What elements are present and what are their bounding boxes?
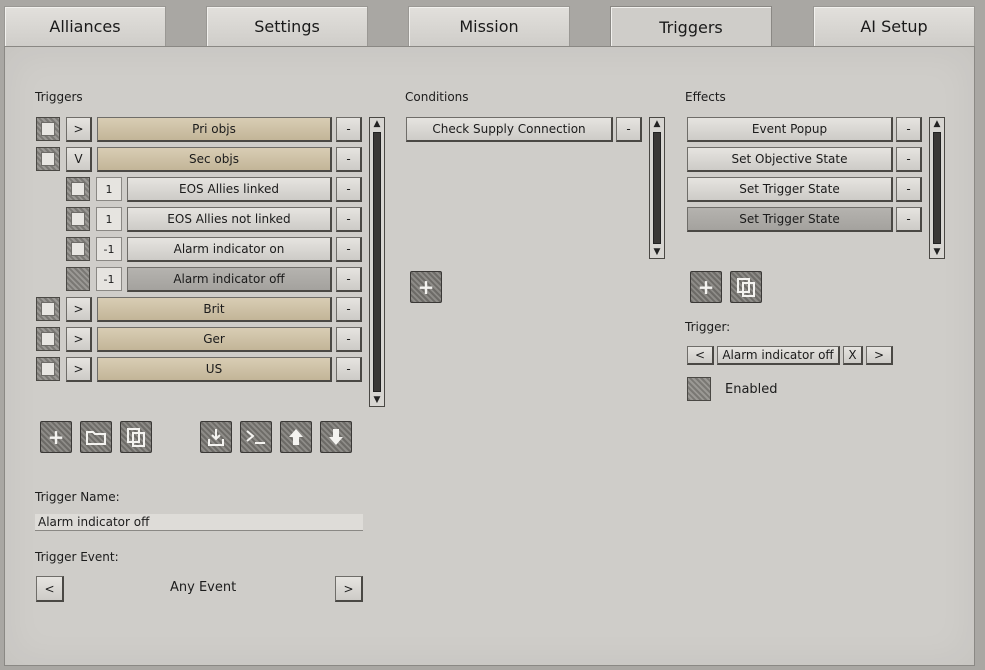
trigger-enabled-checkbox[interactable]: [36, 357, 60, 381]
copy-trigger-button[interactable]: [120, 421, 152, 453]
effect-trigger-label: Trigger:: [685, 320, 731, 334]
scroll-down-icon[interactable]: ▼: [370, 394, 384, 406]
trigger-enabled-checkbox[interactable]: [36, 327, 60, 351]
enabled-label: Enabled: [725, 382, 778, 397]
effect-trigger-clear-button[interactable]: X: [843, 346, 863, 365]
move-down-button[interactable]: [320, 421, 352, 453]
scroll-up-icon[interactable]: ▲: [370, 118, 384, 130]
remove-effect-button[interactable]: -: [896, 147, 922, 172]
copy-icon: [737, 278, 755, 297]
plus-icon: +: [47, 425, 65, 449]
scroll-up-icon[interactable]: ▲: [930, 118, 944, 130]
trigger-folder[interactable]: Pri objs: [97, 117, 332, 142]
arrow-down-icon: [329, 429, 343, 445]
trigger-expand-toggle[interactable]: >: [66, 117, 92, 142]
trigger-expand-toggle[interactable]: >: [66, 297, 92, 322]
remove-trigger-button[interactable]: -: [336, 177, 362, 202]
trigger-priority-value[interactable]: -1: [96, 237, 122, 261]
trigger-enabled-checkbox[interactable]: [36, 117, 60, 141]
import-button[interactable]: [200, 421, 232, 453]
effect-item[interactable]: Event Popup: [687, 117, 893, 142]
trigger-expand-toggle[interactable]: >: [66, 357, 92, 382]
trigger-item[interactable]: Alarm indicator off: [127, 267, 332, 292]
trigger-enabled-checkbox[interactable]: [36, 297, 60, 321]
effect-item[interactable]: Set Objective State: [687, 147, 893, 172]
add-effect-button[interactable]: +: [690, 271, 722, 303]
trigger-enabled-checkbox[interactable]: [66, 267, 90, 291]
trigger-name-label: Trigger Name:: [35, 490, 120, 504]
trigger-list-scrollbar[interactable]: ▲ ▼: [369, 117, 385, 407]
tab-alliances[interactable]: Alliances: [4, 6, 166, 46]
tab-mission[interactable]: Mission: [408, 6, 570, 46]
condition-item[interactable]: Check Supply Connection: [406, 117, 613, 142]
add-trigger-button[interactable]: +: [40, 421, 72, 453]
scroll-track[interactable]: [933, 132, 941, 244]
tab-ai-setup[interactable]: AI Setup: [813, 6, 975, 46]
trigger-event-prev-button[interactable]: <: [36, 576, 64, 602]
import-icon: [208, 429, 224, 446]
trigger-folder[interactable]: Sec objs: [97, 147, 332, 172]
effect-trigger-next-button[interactable]: >: [866, 346, 893, 365]
copy-icon: [127, 428, 145, 447]
remove-trigger-button[interactable]: -: [336, 327, 362, 352]
effects-header: Effects: [685, 90, 726, 104]
effect-item[interactable]: Set Trigger State: [687, 177, 893, 202]
add-condition-button[interactable]: +: [410, 271, 442, 303]
remove-effect-button[interactable]: -: [896, 207, 922, 232]
console-button[interactable]: [240, 421, 272, 453]
trigger-priority-value[interactable]: 1: [96, 207, 122, 231]
trigger-enabled-checkbox[interactable]: [36, 147, 60, 171]
remove-condition-button[interactable]: -: [616, 117, 642, 142]
console-icon: [246, 430, 265, 444]
trigger-event-label: Trigger Event:: [35, 550, 119, 564]
trigger-priority-value[interactable]: -1: [96, 267, 122, 291]
trigger-priority-value[interactable]: 1: [96, 177, 122, 201]
trigger-folder[interactable]: US: [97, 357, 332, 382]
triggers-header: Triggers: [35, 90, 83, 104]
remove-effect-button[interactable]: -: [896, 117, 922, 142]
copy-effect-button[interactable]: [730, 271, 762, 303]
trigger-expand-toggle[interactable]: >: [66, 327, 92, 352]
enabled-checkbox[interactable]: [687, 377, 711, 401]
trigger-item[interactable]: Alarm indicator on: [127, 237, 332, 262]
remove-effect-button[interactable]: -: [896, 177, 922, 202]
trigger-folder[interactable]: Brit: [97, 297, 332, 322]
effect-item[interactable]: Set Trigger State: [687, 207, 893, 232]
tab-triggers[interactable]: Triggers: [610, 6, 772, 48]
scroll-track[interactable]: [653, 132, 661, 244]
scroll-track[interactable]: [373, 132, 381, 392]
trigger-event-next-button[interactable]: >: [335, 576, 363, 602]
plus-icon: +: [697, 275, 715, 299]
effect-trigger-value[interactable]: Alarm indicator off: [717, 346, 840, 365]
plus-icon: +: [417, 275, 435, 299]
remove-trigger-button[interactable]: -: [336, 117, 362, 142]
add-folder-button[interactable]: [80, 421, 112, 453]
trigger-enabled-checkbox[interactable]: [66, 237, 90, 261]
trigger-name-input[interactable]: Alarm indicator off: [35, 514, 363, 531]
arrow-up-icon: [289, 429, 303, 445]
remove-trigger-button[interactable]: -: [336, 297, 362, 322]
effects-scrollbar[interactable]: ▲ ▼: [929, 117, 945, 259]
trigger-expand-toggle[interactable]: V: [66, 147, 92, 172]
trigger-item[interactable]: EOS Allies not linked: [127, 207, 332, 232]
scroll-down-icon[interactable]: ▼: [650, 246, 664, 258]
scroll-up-icon[interactable]: ▲: [650, 118, 664, 130]
scroll-down-icon[interactable]: ▼: [930, 246, 944, 258]
remove-trigger-button[interactable]: -: [336, 207, 362, 232]
remove-trigger-button[interactable]: -: [336, 237, 362, 262]
folder-icon: [86, 431, 106, 445]
trigger-folder[interactable]: Ger: [97, 327, 332, 352]
remove-trigger-button[interactable]: -: [336, 357, 362, 382]
remove-trigger-button[interactable]: -: [336, 147, 362, 172]
trigger-enabled-checkbox[interactable]: [66, 177, 90, 201]
trigger-enabled-checkbox[interactable]: [66, 207, 90, 231]
conditions-scrollbar[interactable]: ▲ ▼: [649, 117, 665, 259]
remove-trigger-button[interactable]: -: [336, 267, 362, 292]
move-up-button[interactable]: [280, 421, 312, 453]
effect-trigger-prev-button[interactable]: <: [687, 346, 714, 365]
trigger-event-value: Any Event: [170, 580, 237, 595]
tab-settings[interactable]: Settings: [206, 6, 368, 46]
trigger-item[interactable]: EOS Allies linked: [127, 177, 332, 202]
conditions-header: Conditions: [405, 90, 469, 104]
